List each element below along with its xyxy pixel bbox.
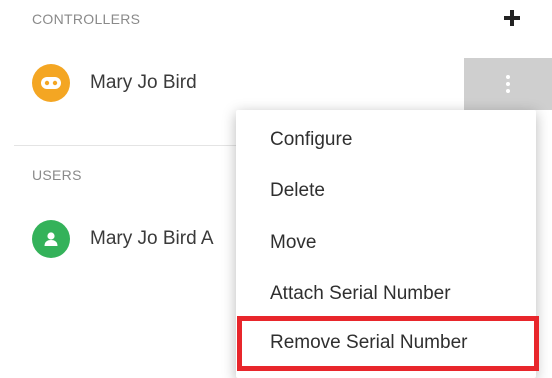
menu-item-remove-serial-number[interactable]: Remove Serial Number [270,332,467,354]
controller-name: Mary Jo Bird [90,72,197,93]
menu-item-attach-serial-number[interactable]: Attach Serial Number [270,283,451,305]
user-name: Mary Jo Bird A [90,228,214,249]
controllers-section-header: CONTROLLERS [32,11,141,27]
context-menu: Configure Delete Move Attach Serial Numb… [236,110,536,378]
controller-more-options-button[interactable] [464,58,552,110]
user-icon [32,220,70,258]
menu-item-delete[interactable]: Delete [270,180,325,202]
controller-icon [32,64,70,102]
menu-item-configure[interactable]: Configure [270,129,352,151]
more-vertical-icon [506,75,510,93]
user-list-item[interactable]: Mary Jo Bird A [32,220,214,258]
controller-list-item[interactable]: Mary Jo Bird [32,64,197,102]
section-divider [14,145,250,146]
users-section-header: USERS [32,167,82,183]
add-controller-button[interactable] [500,6,524,30]
menu-item-move[interactable]: Move [270,232,316,254]
